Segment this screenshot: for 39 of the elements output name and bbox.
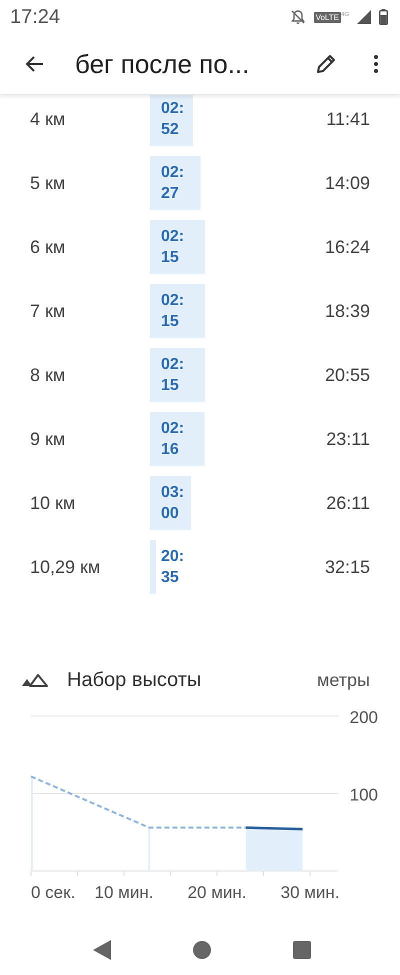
network-badge: VoLTE bbox=[314, 12, 341, 22]
time-value: 14:09 bbox=[324, 172, 371, 194]
distance-label: 6 км bbox=[29, 236, 66, 258]
time-value: 11:41 bbox=[326, 108, 371, 130]
distance-label: 10 км bbox=[29, 492, 76, 514]
x-tick-label: 10 мин. bbox=[94, 883, 154, 902]
y-tick-label: 100 bbox=[350, 786, 378, 804]
mountain-icon bbox=[22, 673, 48, 687]
unit-label: метры bbox=[317, 670, 370, 690]
battery-icon bbox=[379, 9, 388, 25]
time-value: 16:24 bbox=[324, 236, 371, 258]
time-value: 26:11 bbox=[326, 492, 371, 514]
pencil-icon[interactable] bbox=[314, 52, 338, 76]
time-value: 18:39 bbox=[324, 300, 371, 322]
section-title: Набор высоты bbox=[67, 668, 202, 692]
distance-label: 4 км bbox=[29, 108, 66, 130]
pace-value: 02:15 bbox=[150, 220, 206, 274]
time-value: 20:55 bbox=[324, 364, 371, 386]
muted-bell-icon bbox=[290, 9, 306, 25]
x-tick-label: 20 мин. bbox=[188, 883, 247, 902]
back-triangle-icon[interactable] bbox=[93, 940, 111, 960]
fill-drawing bbox=[246, 828, 303, 871]
pace-value: 02:15 bbox=[150, 348, 206, 402]
time-value: 23:11 bbox=[326, 428, 371, 450]
signal-icon bbox=[357, 10, 371, 24]
screen-title: бег после по... bbox=[75, 48, 250, 80]
time-value: 32:15 bbox=[324, 556, 371, 578]
home-icon[interactable] bbox=[193, 941, 211, 959]
x-tick-label: 30 мин. bbox=[280, 883, 340, 902]
pace-value: 02:15 bbox=[150, 284, 206, 338]
x-tick-label: 0 сек. bbox=[31, 883, 76, 902]
distance-label: 7 км bbox=[29, 300, 66, 322]
clock: 17:24 bbox=[10, 6, 60, 28]
distance-label: 5 км bbox=[29, 172, 66, 194]
pace-value: 02:16 bbox=[150, 412, 206, 466]
y-tick-label: 200 bbox=[350, 708, 378, 727]
distance-label: 10,29 км bbox=[29, 556, 102, 578]
distance-label: 8 км bbox=[29, 364, 66, 386]
distance-label: 9 км bbox=[29, 428, 66, 450]
